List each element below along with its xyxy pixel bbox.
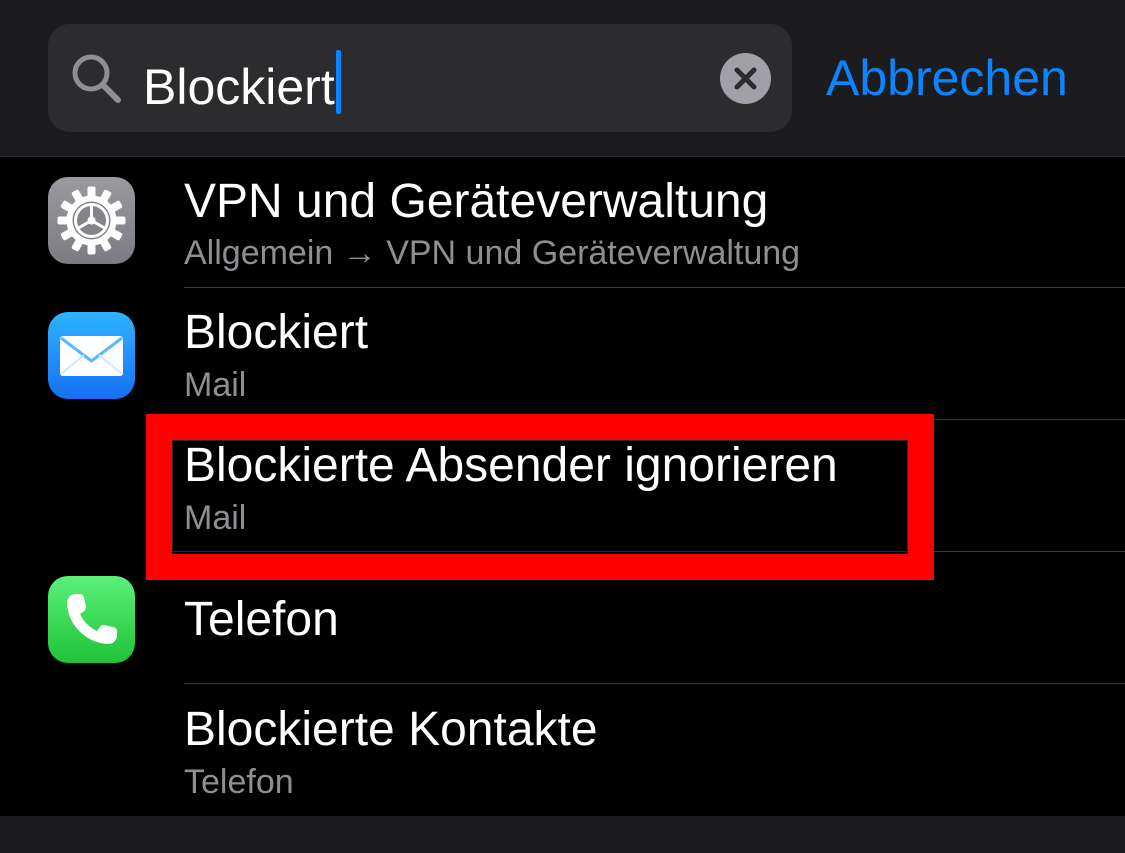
- phone-handset-icon: [48, 576, 135, 663]
- row-divider: [184, 287, 1125, 288]
- row-divider: [184, 683, 1125, 684]
- result-subtitle: Telefon: [184, 763, 294, 801]
- clear-icon: [734, 67, 757, 90]
- text-cursor: [335, 50, 341, 114]
- result-title: VPN und Geräteverwaltung: [184, 175, 769, 228]
- search-input[interactable]: Blockiert: [143, 50, 341, 117]
- mail-envelope-icon: [48, 312, 135, 399]
- result-subtitle: Allgemein → VPN und Geräteverwaltung: [184, 234, 801, 272]
- divider: [0, 156, 1125, 157]
- result-title: Telefon: [184, 593, 339, 646]
- search-query-text: Blockiert: [143, 59, 335, 115]
- clear-search-button[interactable]: [720, 53, 771, 104]
- result-title: Blockierte Kontakte: [184, 703, 598, 756]
- settings-gear-icon: [48, 177, 135, 264]
- highlight-inner-frame: [172, 440, 908, 552]
- settings-search-screen: Blockiert Abbrechen VPN und Geräteverwal…: [0, 0, 1125, 853]
- search-icon: [72, 54, 121, 103]
- cancel-button[interactable]: Abbrechen: [826, 50, 1068, 106]
- result-title: Blockiert: [184, 306, 369, 359]
- result-subtitle: Mail: [184, 366, 247, 404]
- list-footer: [0, 816, 1125, 853]
